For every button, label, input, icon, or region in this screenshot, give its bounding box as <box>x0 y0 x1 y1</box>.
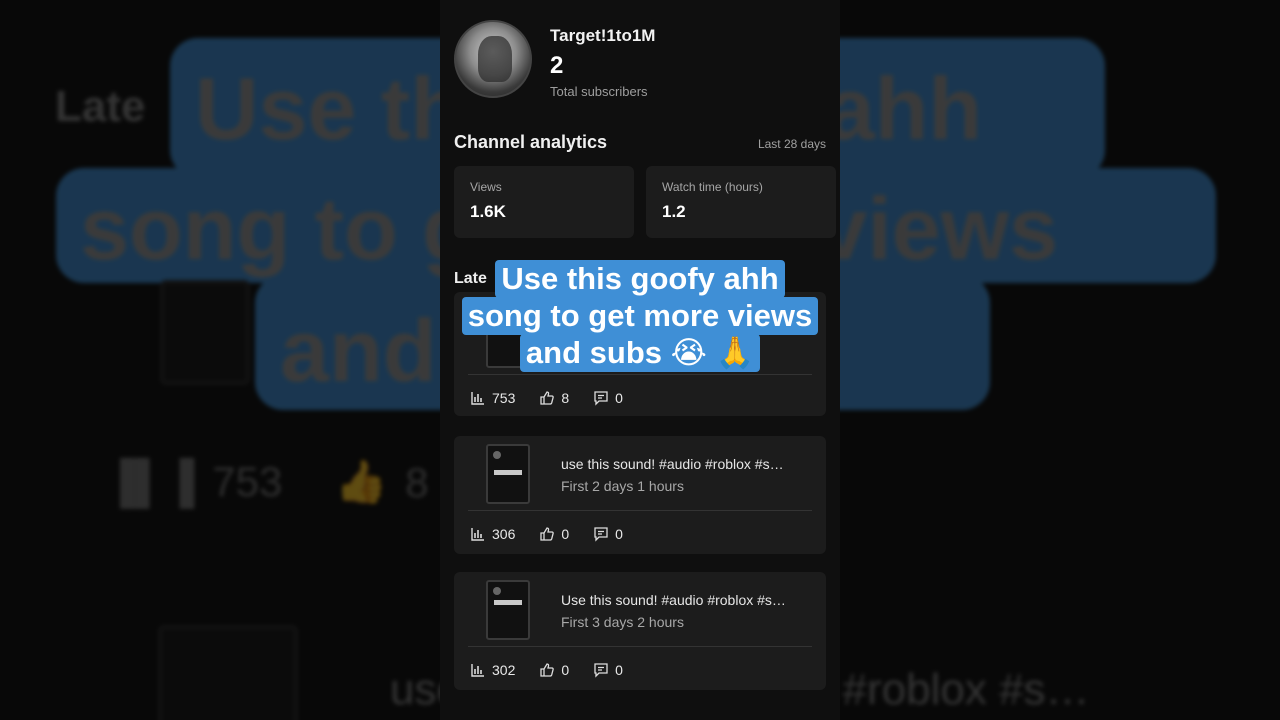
views-label: Views <box>470 180 502 194</box>
subscriber-count: 2 <box>550 52 564 79</box>
subscriber-label: Total subscribers <box>550 84 648 99</box>
video-title-3[interactable]: Use this sound! #audio #roblox #s… <box>561 592 813 608</box>
caption-overlay: Use this goofy ahh song to get more view… <box>459 260 821 372</box>
caption-line-1: Use this goofy ahh <box>495 260 785 298</box>
views-count: 302 <box>492 662 516 678</box>
comment-icon <box>594 527 608 542</box>
video-card-2[interactable]: use this sound! #audio #roblox #s… First… <box>454 436 826 554</box>
video-thumbnail-3[interactable] <box>486 580 530 640</box>
views-metric: 302 <box>470 662 515 678</box>
card-divider <box>468 510 812 511</box>
views-value: 1.6K <box>470 202 506 221</box>
video-metrics-2: 306 0 0 <box>470 526 623 542</box>
bar-chart-icon <box>471 392 484 405</box>
thumbs-up-icon <box>540 527 555 541</box>
video-subtitle-3: First 3 days 2 hours <box>561 614 684 630</box>
video-metrics-1: 753 8 0 <box>470 390 623 406</box>
channel-profile: Target!1to1M 2 Total subscribers <box>454 20 655 99</box>
video-metrics-3: 302 0 0 <box>470 662 623 678</box>
comments-metric: 0 <box>593 390 623 406</box>
video-title-2[interactable]: use this sound! #audio #roblox #s… <box>561 456 813 472</box>
watch-time-label: Watch time (hours) <box>662 180 763 194</box>
watch-time-value: 1.2 <box>662 202 686 221</box>
analytics-range[interactable]: Last 28 days <box>758 137 826 151</box>
analytics-header: Channel analytics Last 28 days <box>454 132 826 153</box>
card-divider <box>468 374 812 375</box>
comments-count: 0 <box>615 662 623 678</box>
comment-icon <box>594 663 608 678</box>
likes-metric: 0 <box>539 662 569 678</box>
thumb-bar <box>494 600 522 605</box>
comments-metric: 0 <box>593 526 623 542</box>
channel-name[interactable]: Target!1to1M <box>550 26 655 46</box>
likes-metric: 8 <box>539 390 569 406</box>
thumb-avatar-dot <box>493 587 501 595</box>
views-metric: 753 <box>470 390 515 406</box>
thumbs-up-icon <box>540 391 555 405</box>
comments-count: 0 <box>615 390 623 406</box>
comment-icon <box>594 391 608 406</box>
comments-count: 0 <box>615 526 623 542</box>
likes-metric: 0 <box>539 526 569 542</box>
bar-chart-icon <box>471 664 484 677</box>
caption-line-2: song to get more views <box>461 297 819 335</box>
bar-chart-icon <box>471 528 484 541</box>
views-count: 306 <box>492 526 516 542</box>
analytics-title[interactable]: Channel analytics <box>454 132 607 153</box>
caption-line-3: and subs 😭 🙏 <box>519 334 761 372</box>
thumbs-up-icon <box>540 663 555 677</box>
thumb-bar <box>494 470 522 475</box>
channel-avatar[interactable] <box>454 20 532 98</box>
watch-time-card[interactable]: Watch time (hours) 1.2 <box>646 166 836 238</box>
video-thumbnail-2[interactable] <box>486 444 530 504</box>
likes-count: 8 <box>561 390 570 406</box>
card-divider <box>468 646 812 647</box>
video-card-3[interactable]: Use this sound! #audio #roblox #s… First… <box>454 572 826 690</box>
views-card[interactable]: Views 1.6K <box>454 166 634 238</box>
likes-count: 0 <box>561 526 570 542</box>
comments-metric: 0 <box>593 662 623 678</box>
likes-count: 0 <box>561 662 570 678</box>
views-count: 753 <box>492 390 516 406</box>
thumb-avatar-dot <box>493 451 501 459</box>
video-subtitle-2: First 2 days 1 hours <box>561 478 684 494</box>
views-metric: 306 <box>470 526 515 542</box>
